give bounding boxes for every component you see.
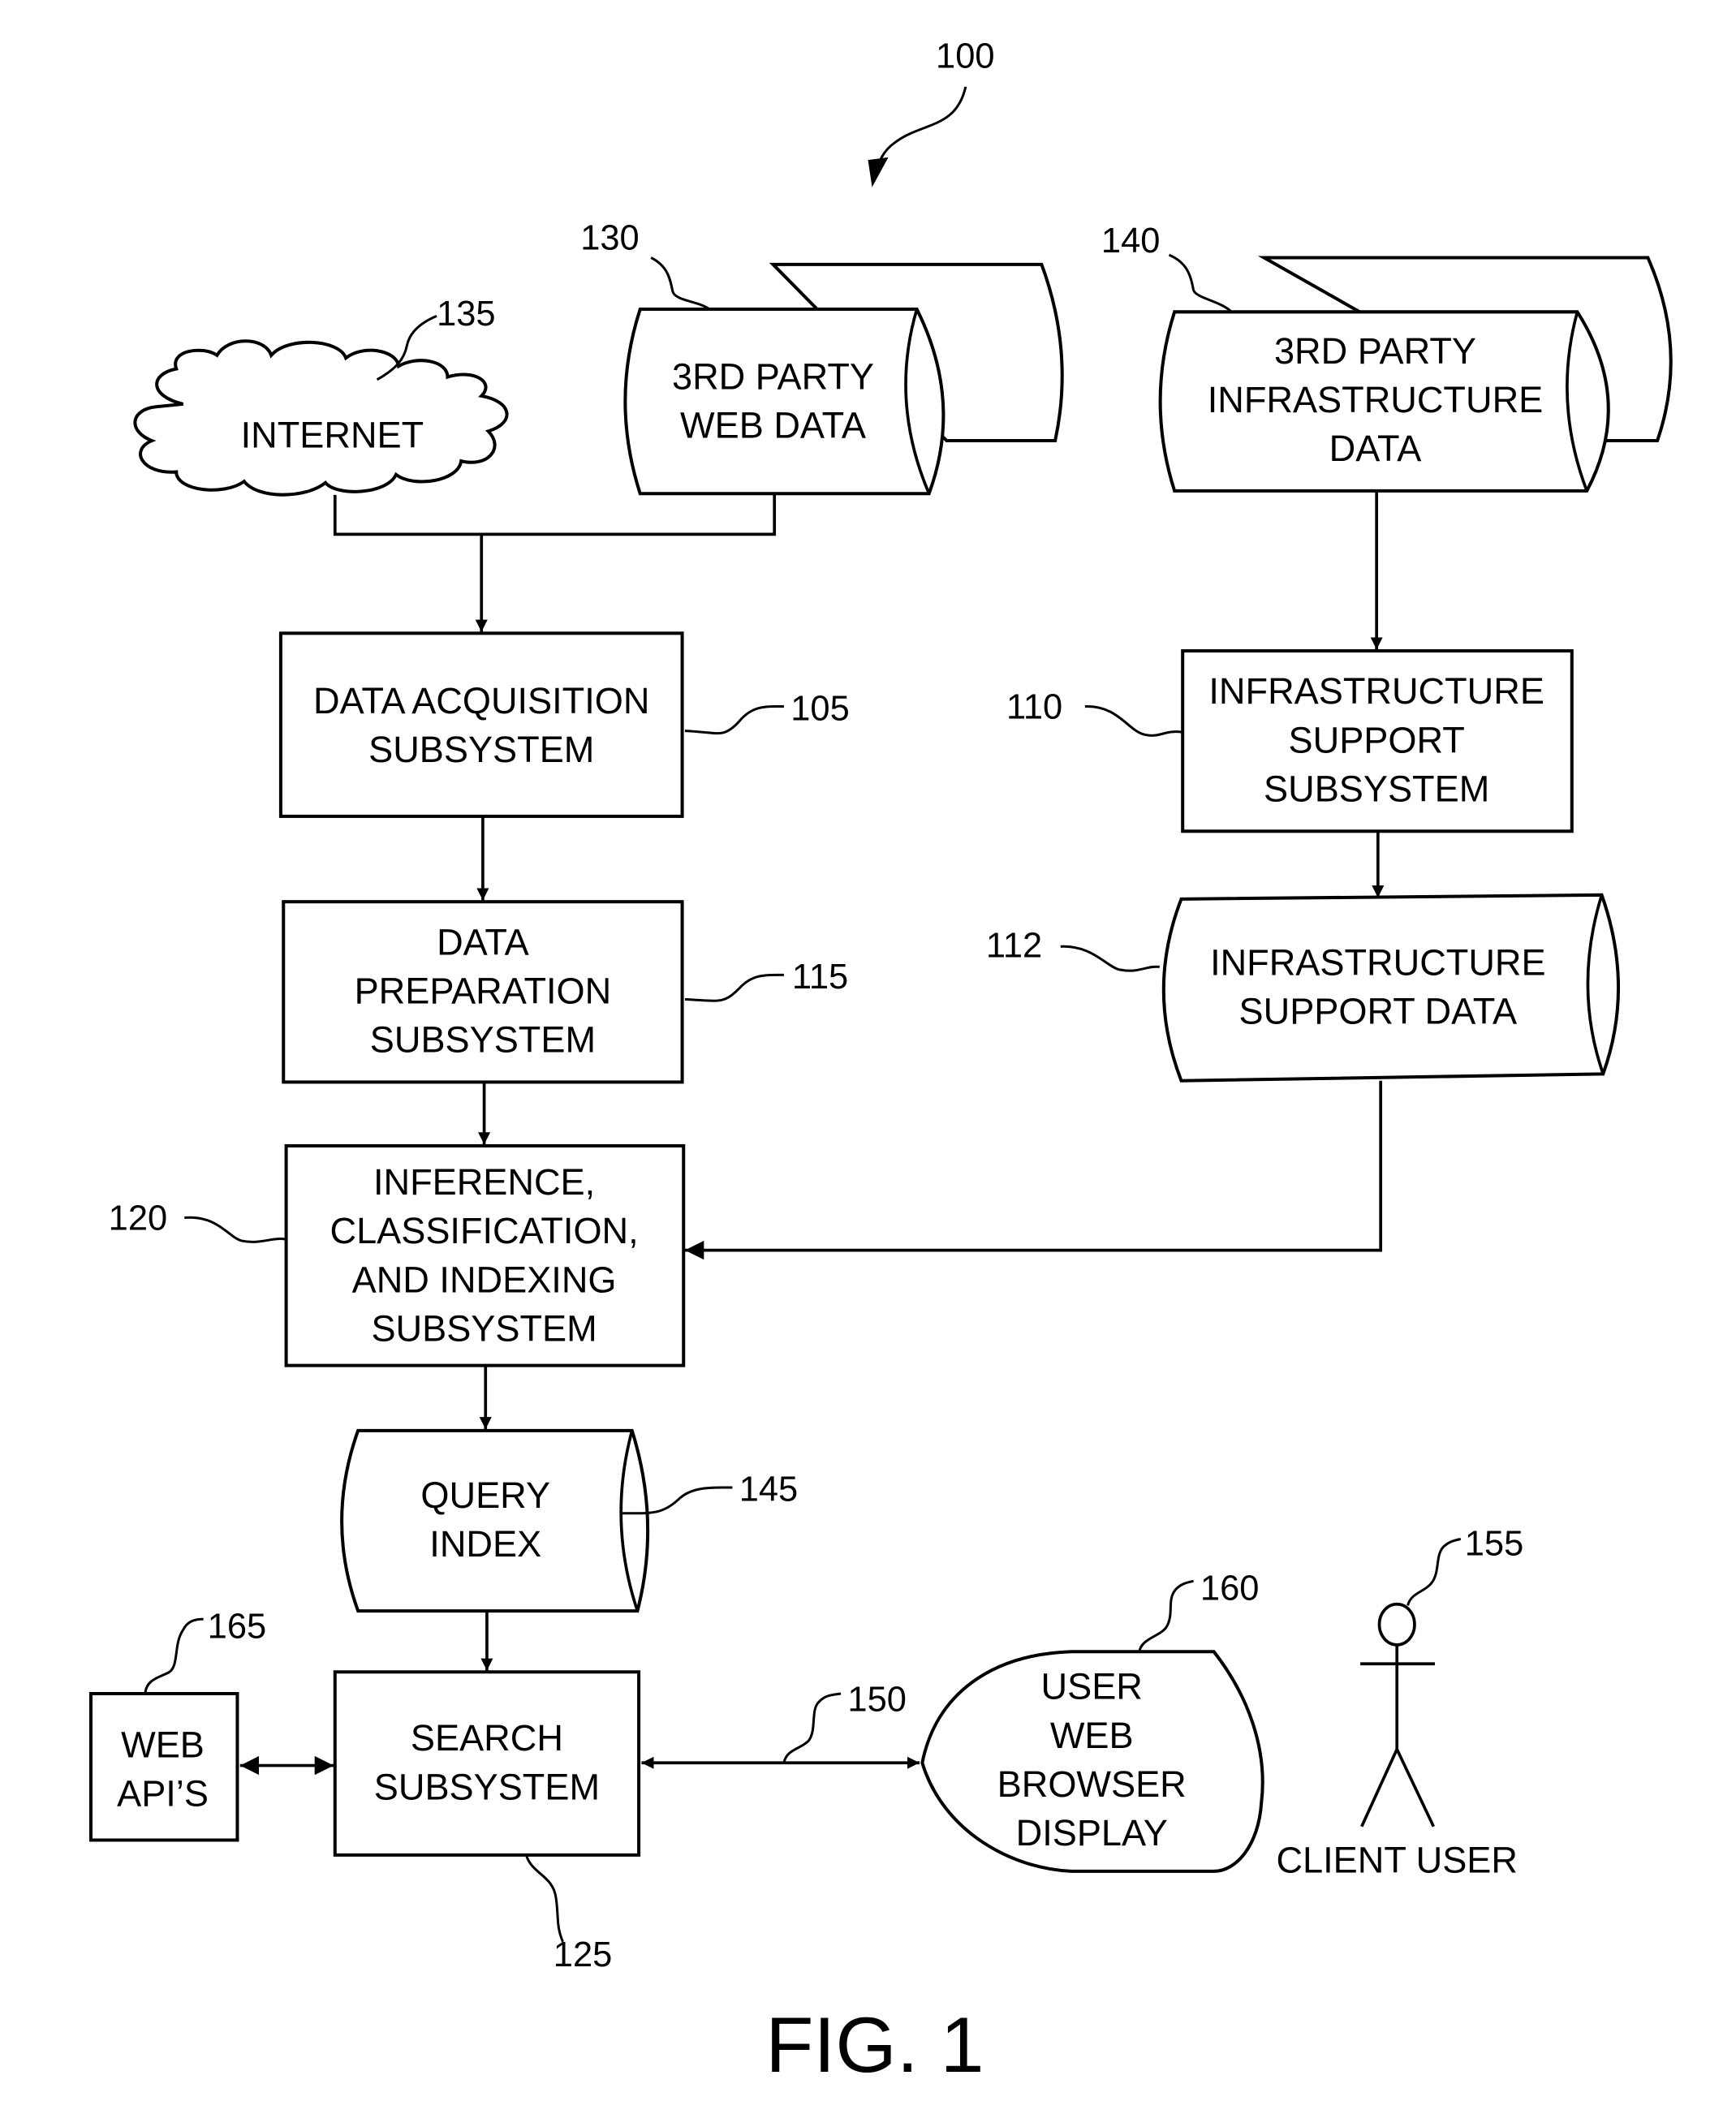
node-label-line-1: QUERY: [420, 1475, 550, 1516]
node-infra-support-data: INFRASTRUCTURE SUPPORT DATA 112: [684, 893, 1621, 1260]
ref-140: 140: [1101, 222, 1160, 260]
box: [88, 1692, 239, 1842]
system-arrow-icon: [868, 157, 889, 187]
node-label-line-2: INFRASTRUCTURE: [1208, 379, 1544, 420]
leader-line: [1406, 1538, 1462, 1606]
node-label-line-3: AND INDEXING: [352, 1259, 617, 1300]
node-label-line-1: DATA: [437, 921, 529, 962]
ref-165: 165: [208, 1608, 266, 1647]
node-web-data: 3RD PARTY WEB DATA 130: [580, 218, 1064, 496]
node-label-line-4: DISPLAY: [1016, 1812, 1168, 1854]
leader-line: [1168, 253, 1233, 313]
node-label-line-2: API’S: [117, 1773, 209, 1815]
node-label-line-1: INFRASTRUCTURE: [1208, 670, 1544, 712]
person-icon: [1360, 1602, 1436, 1828]
leader-line: [650, 256, 710, 311]
node-label-line-2: SUPPORT: [1289, 719, 1465, 760]
ref-155: 155: [1465, 1525, 1523, 1564]
leader-line: [144, 1617, 204, 1694]
leader-line: [1060, 945, 1160, 972]
node-web-apis: WEB API’S 165: [88, 1608, 334, 1842]
ref-125: 125: [554, 1935, 612, 1974]
system-leader-line: [873, 86, 967, 177]
node-internet: INTERNET 135: [133, 295, 509, 497]
ref-100: 100: [936, 37, 994, 76]
ref-115: 115: [792, 958, 848, 997]
connector-internet-webdata-to-acquisition: [333, 493, 777, 632]
box: [278, 631, 684, 818]
node-label-line-3: SUBSYSTEM: [1264, 769, 1489, 810]
leader-line: [1084, 705, 1183, 737]
node-label-line-2: WEB DATA: [680, 405, 866, 446]
ref-120: 120: [109, 1199, 167, 1238]
node-label-line-2: PREPARATION: [355, 970, 612, 1011]
node-label-line-1: INFERENCE,: [373, 1161, 595, 1203]
arrow: [684, 1080, 1383, 1260]
figure-caption: FIG. 1: [765, 2000, 984, 2089]
box: [333, 1670, 641, 1857]
system-diagram: 100 INTERNET 135 3RD PARTY WEB DATA 130 …: [88, 37, 1673, 2089]
node-label-line-3: DATA: [1329, 428, 1422, 469]
node-label-line-1: 3RD PARTY: [672, 356, 874, 398]
node-label-line-3: BROWSER: [997, 1763, 1187, 1805]
leader-line: [184, 1216, 286, 1243]
system-reference: 100: [868, 37, 995, 187]
node-label-line-4: SUBSYSTEM: [371, 1308, 597, 1350]
node-label: CLIENT USER: [1276, 1840, 1517, 1881]
node-label: INTERNET: [241, 414, 424, 455]
node-client-user: CLIENT USER 155: [1276, 1525, 1523, 1881]
node-label-line-1: DATA ACQUISITION: [313, 680, 649, 721]
node-label-line-3: SUBSYSTEM: [370, 1019, 596, 1061]
database-icon: [1161, 893, 1621, 1083]
node-infra-data: 3RD PARTY INFRASTRUCTURE DATA 140: [1101, 222, 1673, 650]
node-data-acquisition: DATA ACQUISITION SUBSYSTEM 105: [278, 631, 850, 901]
ref-135: 135: [437, 295, 495, 334]
node-label-line-2: SUBSYSTEM: [368, 729, 594, 770]
node-label-line-2: SUPPORT DATA: [1239, 991, 1518, 1032]
node-infra-support-subsystem: INFRASTRUCTURE SUPPORT SUBSYSTEM 110: [1006, 649, 1574, 898]
node-label-line-1: INFRASTRUCTURE: [1210, 941, 1546, 983]
ref-112: 112: [986, 927, 1042, 966]
node-query-index: QUERY INDEX 145: [340, 1428, 798, 1671]
ref-110: 110: [1006, 688, 1062, 727]
ref-160: 160: [1200, 1569, 1259, 1608]
database-icon: [340, 1428, 650, 1613]
leader-line: [1138, 1579, 1194, 1652]
node-browser-display: USER WEB BROWSER DISPLAY 160: [920, 1569, 1264, 1873]
ref-145: 145: [739, 1470, 798, 1509]
node-inference: INFERENCE, CLASSIFICATION, AND INDEXING …: [109, 1143, 686, 1430]
leader-line: [684, 973, 784, 1002]
node-label-line-1: WEB: [121, 1724, 205, 1766]
ref-105: 105: [790, 689, 849, 728]
node-label-line-2: CLASSIFICATION,: [330, 1210, 638, 1251]
node-label-line-2: INDEX: [429, 1523, 541, 1565]
connector-search-browser: 150: [641, 1681, 920, 1769]
ref-150: 150: [847, 1681, 906, 1720]
node-label-line-1: SEARCH: [411, 1717, 563, 1759]
leader-line: [782, 1692, 842, 1763]
database-icon: [623, 307, 946, 496]
ref-130: 130: [580, 218, 639, 257]
merge-line: [333, 493, 777, 536]
node-label-line-1: 3RD PARTY: [1274, 330, 1476, 372]
node-data-preparation: DATA PREPARATION SUBSYSTEM 115: [282, 900, 848, 1145]
leader-line: [524, 1854, 564, 1943]
node-label-line-2: WEB: [1050, 1715, 1134, 1756]
leader-line: [684, 705, 784, 735]
node-search: SEARCH SUBSYSTEM 125: [333, 1670, 641, 1974]
node-label-line-1: USER: [1041, 1666, 1143, 1707]
node-label-line-2: SUBSYSTEM: [374, 1766, 600, 1807]
